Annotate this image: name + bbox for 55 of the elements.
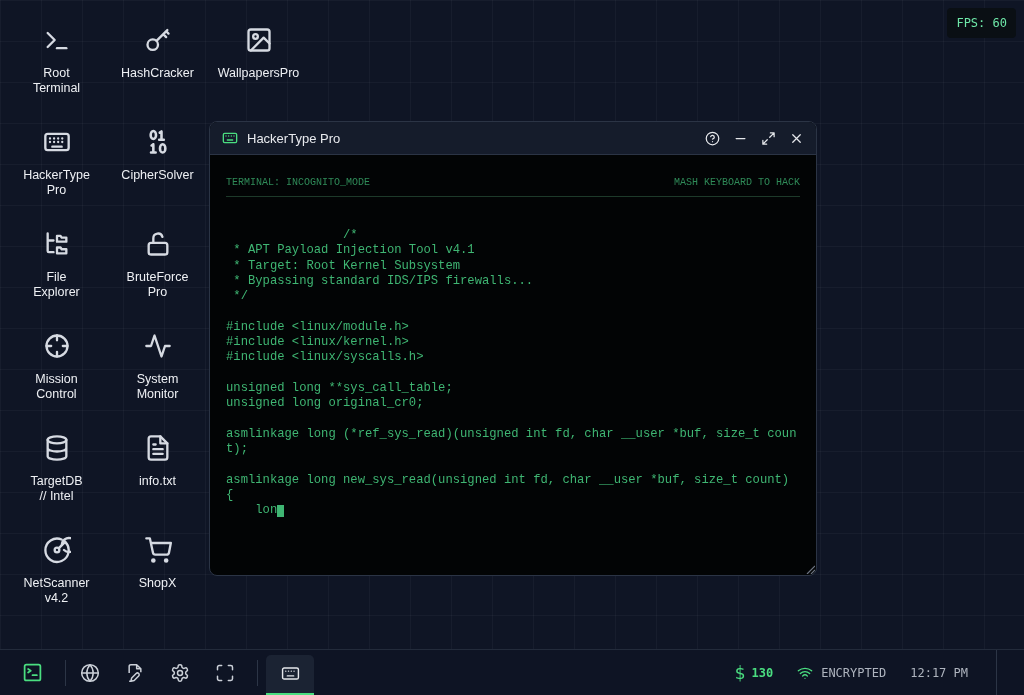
code-line: /* <box>342 228 358 244</box>
keyboard-icon <box>280 664 300 683</box>
app-label: HackerType Pro <box>23 168 90 198</box>
code-line: lon <box>254 503 278 519</box>
terminal-mode-label: TERMINAL: INCOGNITO_MODE <box>226 177 371 188</box>
app-label: NetScanner v4.2 <box>23 576 90 606</box>
app-label: ShopX <box>138 576 177 591</box>
code-line: * APT Payload Injection Tool v4.1 <box>232 243 475 259</box>
app-label: WallpapersPro <box>217 66 300 81</box>
code-line: unsigned long **sys_call_table; <box>226 380 453 397</box>
code-line: asmlinkage long new_sys_read(unsigned int fd, char __user *buf, size_t count) <box>226 472 790 489</box>
file-edit-icon[interactable] <box>125 662 145 683</box>
resize-grip-icon[interactable] <box>805 564 815 574</box>
app-label: TargetDB // Intel <box>30 474 83 504</box>
app-label: Mission Control <box>35 372 78 402</box>
maximize-icon[interactable] <box>761 130 776 146</box>
app-label: HashCracker <box>121 66 194 81</box>
code-line: #include <linux/module.h> <box>226 319 409 336</box>
app-label: BruteForce Pro <box>126 270 189 300</box>
terminal-hint: MASH KEYBOARD TO HACK <box>673 177 800 188</box>
code-line: { <box>226 488 234 504</box>
window-title: HackerType Pro <box>247 130 342 146</box>
app-label: info.txt <box>139 474 176 489</box>
image-icon[interactable] <box>244 26 273 54</box>
code-line: */ <box>232 289 248 305</box>
settings-icon[interactable] <box>170 662 190 683</box>
code-line: unsigned long original_cr0; <box>226 396 424 412</box>
code-line: asmlinkage long (*ref_sys_read)(unsigned int fd, char __user *buf, size_t coun <box>226 426 797 443</box>
taskbar-window-button[interactable] <box>266 654 314 695</box>
app-label: Root Terminal <box>32 66 81 96</box>
keyboard-icon <box>222 130 238 146</box>
network-status: ENCRYPTED <box>821 665 887 680</box>
help-icon[interactable] <box>705 130 720 146</box>
clock: 12:17 PM <box>910 665 968 680</box>
terminal-icon[interactable] <box>22 662 43 683</box>
currency-sign: $ <box>734 662 746 683</box>
shopping-cart-icon[interactable] <box>143 536 172 564</box>
app-label: File Explorer <box>33 270 80 300</box>
key-icon[interactable] <box>143 26 172 54</box>
code-line: * Bypassing standard IDS/IPS firewalls... <box>232 273 534 290</box>
fps-counter: FPS: 60 <box>947 8 1016 38</box>
pulse-line-icon[interactable] <box>143 332 172 360</box>
balance-amount: 130 <box>751 665 774 680</box>
text-cursor <box>277 505 285 517</box>
app-label: System Monitor <box>136 372 179 402</box>
code-line: t); <box>226 442 248 458</box>
window-titlebar[interactable]: HackerType Pro <box>210 122 816 155</box>
code-line: #include <linux/kernel.h> <box>226 335 409 351</box>
code-line: * Target: Root Kernel Subsystem <box>232 258 461 274</box>
globe-icon[interactable] <box>80 662 100 683</box>
app-label: CipherSolver <box>121 168 194 183</box>
fullscreen-icon[interactable] <box>215 662 235 683</box>
radar-icon[interactable] <box>42 536 71 564</box>
crosshair-icon[interactable] <box>42 332 71 360</box>
code-line: #include <linux/syscalls.h> <box>226 350 424 366</box>
